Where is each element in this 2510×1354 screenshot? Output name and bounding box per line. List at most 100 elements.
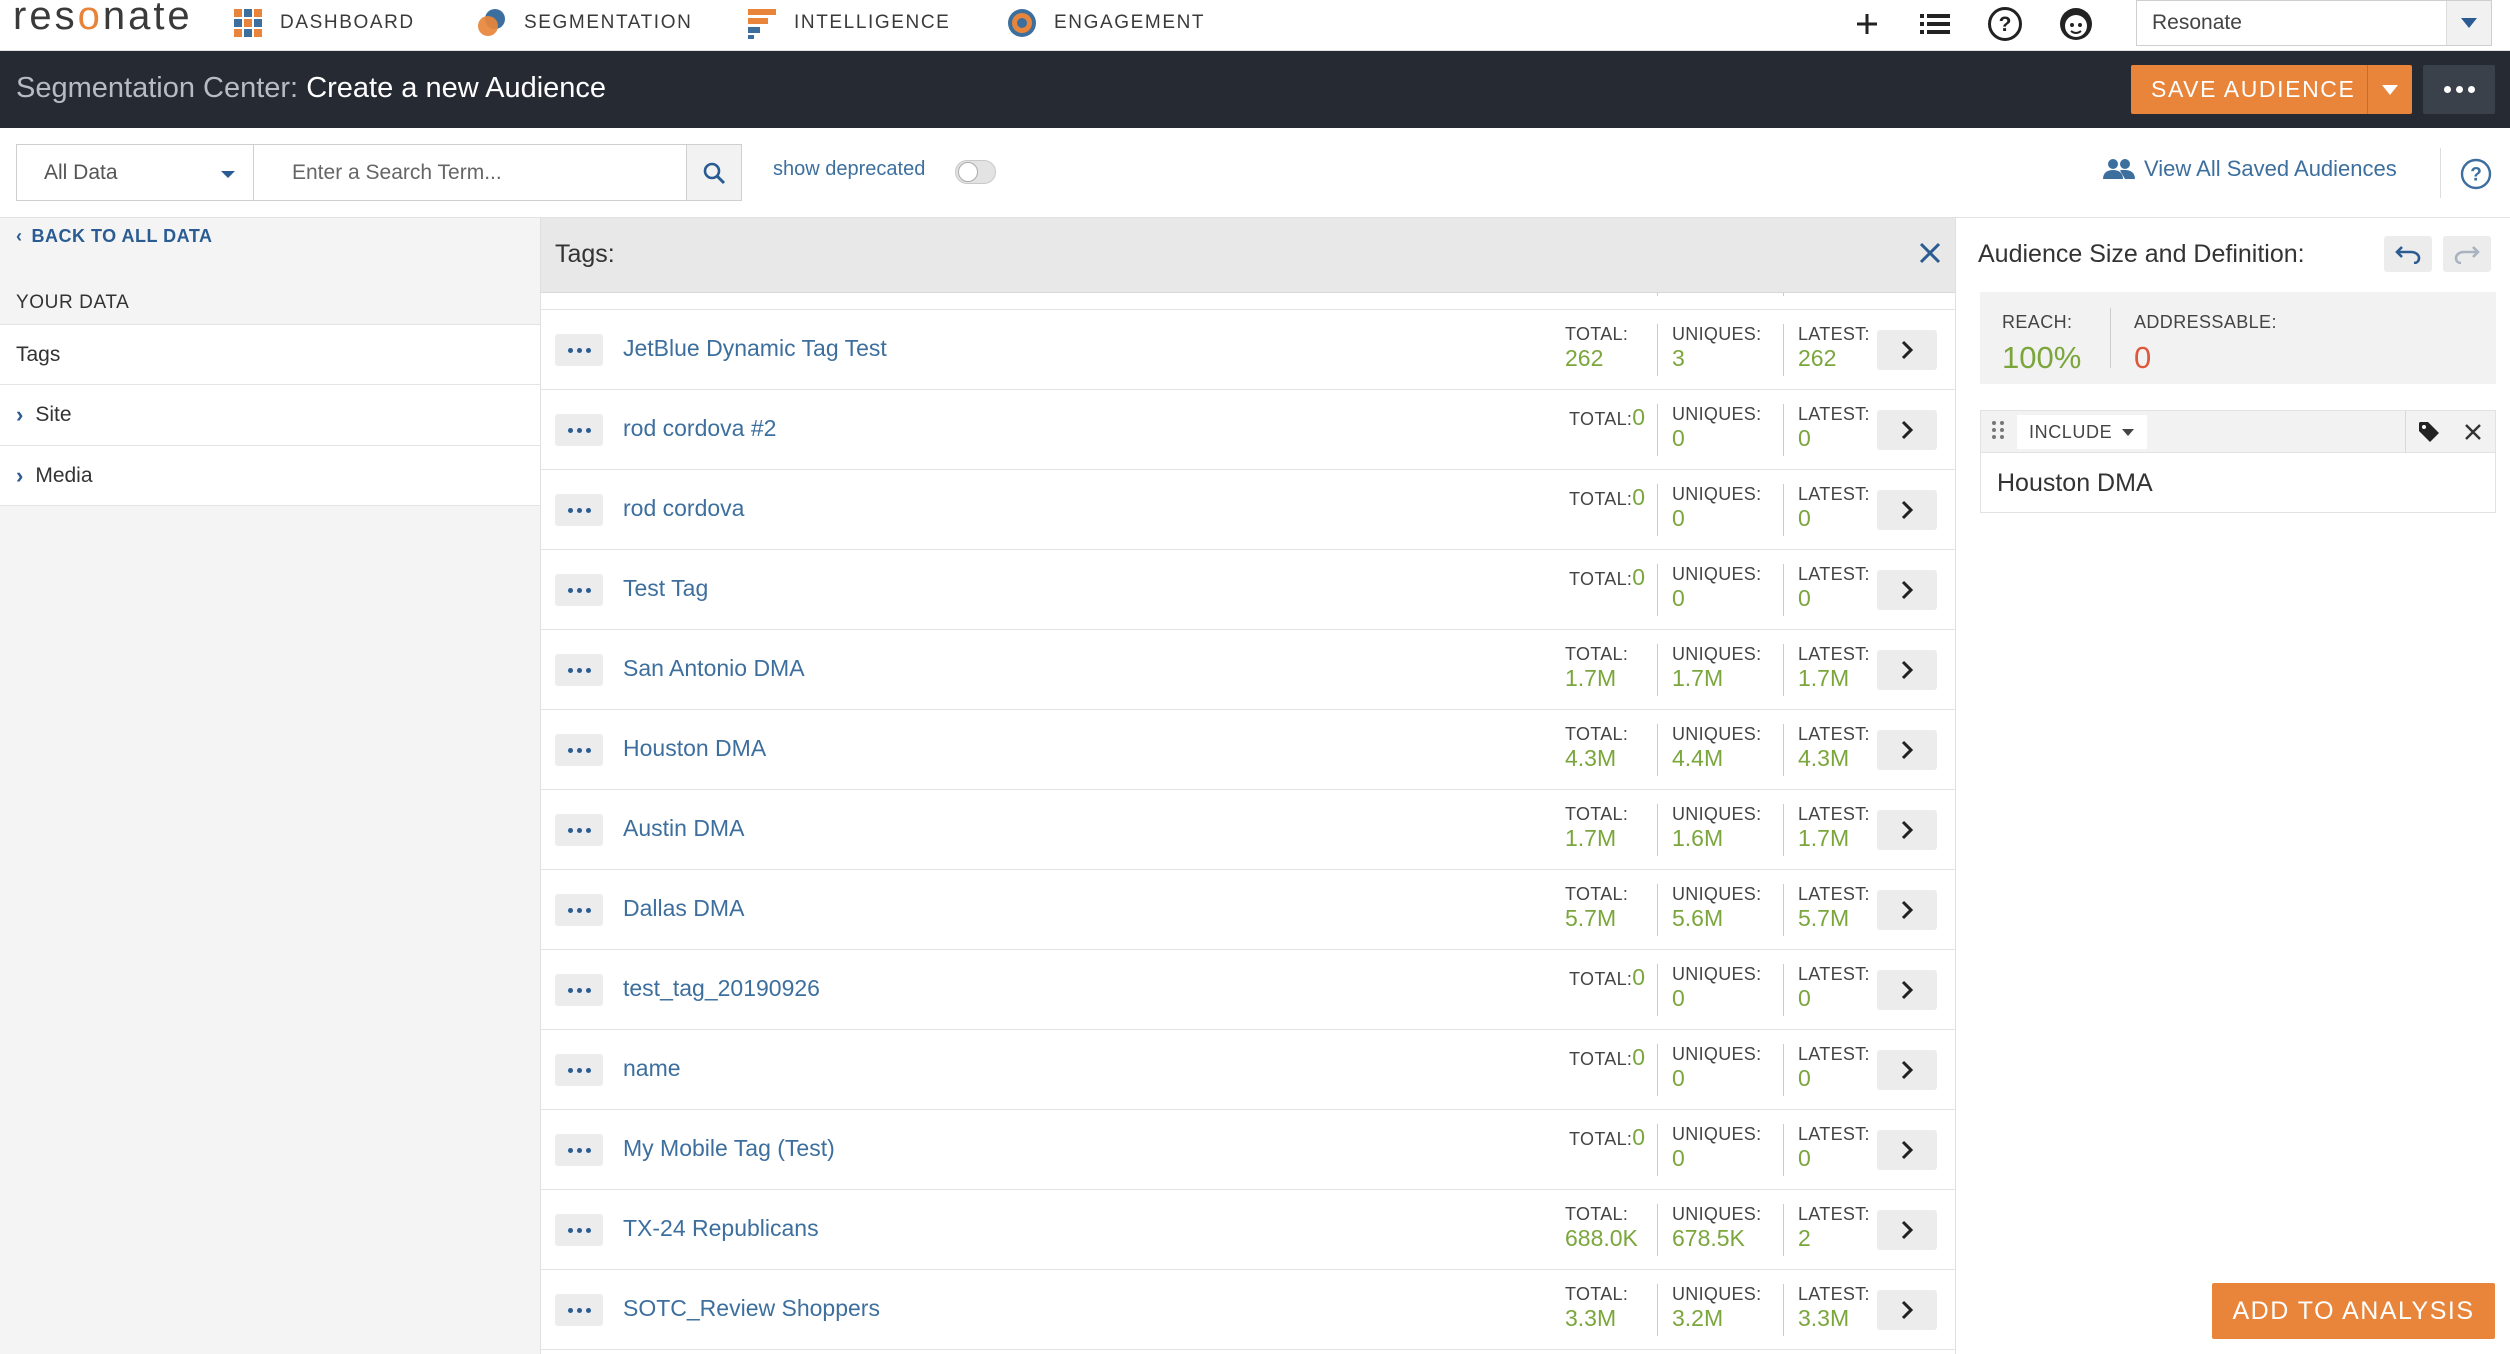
search-input[interactable]: Enter a Search Term... [253,144,687,201]
row-options-button[interactable] [555,574,603,606]
row-options-button[interactable] [555,734,603,766]
table-row[interactable]: Test Tag TOTAL:0 UNIQUES: 0 LATEST: 0 [541,550,1955,630]
left-item-media[interactable]: › Media [0,445,540,506]
user-face-icon[interactable] [2058,6,2094,42]
uniques-label: UNIQUES: [1672,484,1762,504]
table-row[interactable]: Dallas DMA TOTAL:5.7M UNIQUES: 5.6M LATEST: 5… [541,870,1955,950]
tag-name-link[interactable]: Austin DMA [623,815,744,842]
tag-name-link[interactable]: SOTC_Review Shoppers [623,1295,880,1322]
account-select[interactable]: Resonate [2136,0,2492,46]
redo-icon [2454,246,2480,264]
nav-dashboard[interactable]: DASHBOARD [232,0,415,46]
row-options-button[interactable] [555,974,603,1006]
search-button[interactable] [686,144,742,201]
tag-name-link[interactable]: My Mobile Tag (Test) [623,1135,835,1162]
row-options-button[interactable] [555,494,603,526]
save-options-caret-icon[interactable] [2367,65,2412,114]
chevron-right-icon[interactable] [1877,890,1937,930]
nav-engagement[interactable]: ENGAGEMENT [1006,0,1205,46]
nav-dashboard-label: DASHBOARD [280,12,415,33]
nav-intelligence[interactable]: INTELLIGENCE [746,0,950,46]
help-icon[interactable]: ? [2460,158,2492,195]
list-icon[interactable] [1917,6,1953,42]
row-options-button[interactable] [555,1054,603,1086]
close-icon[interactable] [1917,240,1943,271]
include-select[interactable]: INCLUDE [2017,415,2147,449]
add-to-analysis-button[interactable]: ADD TO ANALYSIS [2212,1283,2495,1339]
total-label: TOTAL: [1569,409,1633,429]
uniques-stat: UNIQUES:0 [1658,404,1784,456]
latest-label: LATEST: [1798,644,1870,664]
tag-name-link[interactable]: rod cordova [623,495,744,522]
tag-name-link[interactable]: JetBlue Dynamic Tag Test [623,335,887,362]
table-row[interactable]: My Mobile Tag (Test) TOTAL:0 UNIQUES: 0 LATE… [541,1110,1955,1190]
tag-name-link[interactable]: Test Tag [623,575,708,602]
tag-name-link[interactable]: TX-24 Republicans [623,1215,819,1242]
left-item-site[interactable]: › Site [0,384,540,445]
row-options-button[interactable] [555,1294,603,1326]
table-row[interactable]: Houston DMA TOTAL:4.3M UNIQUES: 4.4M LATEST:… [541,710,1955,790]
drag-handle-icon[interactable] [1992,421,2004,439]
back-to-all-data-link[interactable]: ‹ BACK TO ALL DATA [16,226,213,247]
tag-name-link[interactable]: San Antonio DMA [623,655,805,682]
table-row[interactable]: TX-24 Republicans TOTAL:688.0K UNIQUES: 678… [541,1190,1955,1270]
chevron-right-icon[interactable] [1877,650,1937,690]
view-all-saved-audiences-link[interactable]: View All Saved Audiences [2102,156,2397,182]
plus-icon[interactable] [1849,6,1885,42]
chevron-right-icon[interactable] [1877,1050,1937,1090]
table-row[interactable]: rod cordova #2 TOTAL:0 UNIQUES: 0 LATEST: 0 [541,390,1955,470]
chevron-right-icon[interactable] [1877,490,1937,530]
svg-text:?: ? [1999,13,2012,36]
uniques-value: 0 [1672,985,1685,1011]
chevron-right-icon[interactable] [1877,810,1937,850]
latest-label: LATEST: [1798,484,1870,504]
latest-label: LATEST: [1798,404,1870,424]
table-row[interactable]: rod cordova TOTAL:0 UNIQUES: 0 LATEST: 0 [541,470,1955,550]
total-label: TOTAL: [1565,324,1629,344]
tag-icon[interactable] [2405,411,2451,453]
tag-name-link[interactable]: Dallas DMA [623,895,744,922]
row-options-button[interactable] [555,894,603,926]
uniques-stat: UNIQUES: 3 [1658,324,1784,376]
more-options-button[interactable] [2423,65,2495,114]
chevron-right-icon: › [16,402,24,427]
total-stat: TOTAL:3.3M [1565,1284,1658,1336]
chevron-right-icon[interactable] [1877,730,1937,770]
row-options-button[interactable] [555,1134,603,1166]
undo-button[interactable] [2384,236,2432,272]
nav-segmentation[interactable]: SEGMENTATION [476,0,692,46]
help-icon[interactable]: ? [1987,6,2023,42]
chevron-right-icon[interactable] [1877,410,1937,450]
row-options-button[interactable] [555,1214,603,1246]
tag-name-link[interactable]: test_tag_20190926 [623,975,820,1002]
table-row[interactable]: JetBlue Dynamic Tag Test TOTAL:262 UNIQUES… [541,310,1955,390]
chevron-down-icon[interactable] [2446,1,2491,45]
remove-rule-icon[interactable] [2451,411,2495,453]
table-row[interactable]: Austin DMA TOTAL:1.7M UNIQUES: 1.6M LATEST: 1… [541,790,1955,870]
tag-name-link[interactable]: rod cordova #2 [623,415,776,442]
row-options-button[interactable] [555,814,603,846]
chevron-right-icon[interactable] [1877,1290,1937,1330]
chevron-right-icon[interactable] [1877,570,1937,610]
resonate-logo[interactable]: resonate [13,0,193,39]
tag-name-link[interactable]: name [623,1055,681,1082]
left-item-tags[interactable]: Tags [0,324,540,384]
show-deprecated-toggle[interactable] [955,160,996,184]
table-row[interactable]: San Antonio DMA TOTAL:1.7M UNIQUES: 1.7M LAT… [541,630,1955,710]
row-options-button[interactable] [555,334,603,366]
data-source-select[interactable]: All Data [16,144,253,201]
table-row[interactable]: test_tag_20190926 TOTAL:0 UNIQUES: 0 LATEST:… [541,950,1955,1030]
addressable-value: 0 [2134,340,2152,375]
save-audience-button[interactable]: SAVE AUDIENCE [2131,65,2412,114]
table-row[interactable]: name TOTAL:0 UNIQUES: 0 LATEST: 0 [541,1030,1955,1110]
chevron-right-icon[interactable] [1877,1210,1937,1250]
redo-button[interactable] [2443,236,2491,272]
tag-name-link[interactable]: Houston DMA [623,735,766,762]
chevron-right-icon[interactable] [1877,330,1937,370]
chevron-right-icon[interactable] [1877,970,1937,1010]
row-options-button[interactable] [555,654,603,686]
row-options-button[interactable] [555,414,603,446]
divider [2440,148,2441,198]
table-row[interactable]: SOTC_Review Shoppers TOTAL:3.3M UNIQUES: 3.… [541,1270,1955,1350]
chevron-right-icon[interactable] [1877,1130,1937,1170]
